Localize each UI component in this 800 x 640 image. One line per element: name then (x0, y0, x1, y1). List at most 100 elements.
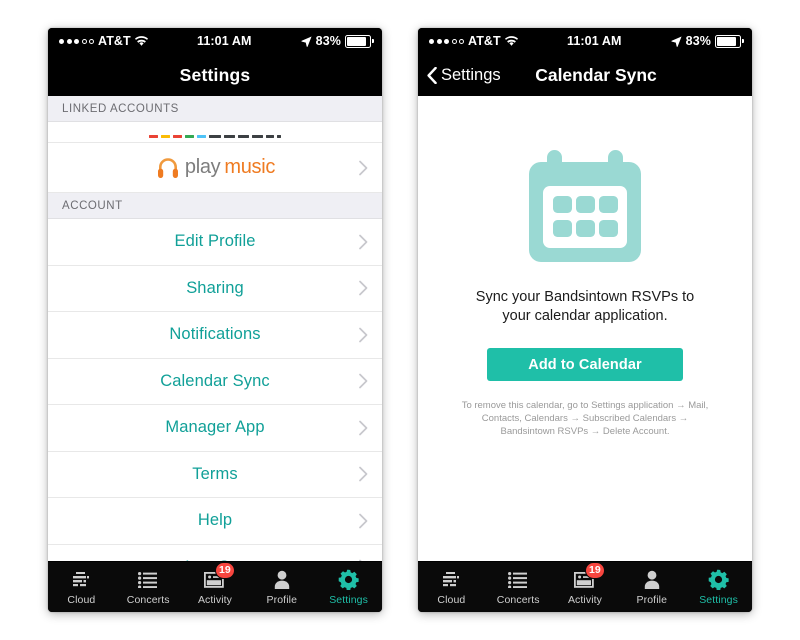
add-to-calendar-button[interactable]: Add to Calendar (487, 348, 683, 381)
section-header-account: ACCOUNT (48, 193, 382, 219)
list-item-play-music[interactable]: play music (48, 143, 382, 193)
chevron-right-icon (359, 160, 368, 175)
status-bar-left-group: AT&T (429, 34, 518, 48)
tab-label: Settings (329, 593, 368, 606)
page-title: Settings (179, 64, 251, 85)
activity-badge: 19 (214, 561, 235, 579)
person-icon (273, 569, 291, 591)
nav-bar-left: Settings (48, 54, 382, 96)
wifi-icon (134, 35, 148, 47)
tab-concerts[interactable]: Concerts (115, 562, 182, 612)
nav-bar-right: Settings Calendar Sync (418, 54, 752, 96)
wifi-icon (504, 35, 518, 47)
calendar-sync-caption: Sync your Bandsintown RSVPs to your cale… (475, 289, 695, 324)
tab-cloud[interactable]: Cloud (418, 562, 485, 612)
play-music-logo: play music (155, 155, 275, 181)
tab-label: Cloud (437, 593, 466, 606)
status-bar-time: 11:01 AM (566, 34, 622, 48)
signal-strength-icon (59, 38, 94, 44)
tab-activity[interactable]: 19 Activity (182, 561, 249, 612)
back-button[interactable]: Settings (427, 66, 501, 85)
carrier-label: AT&T (468, 34, 501, 48)
calendar-sync-footnote: To remove this calendar, go to Settings … (461, 400, 709, 437)
list-item-calendar-sync[interactable]: Calendar Sync (48, 358, 382, 405)
list-item-label: Sharing (186, 278, 244, 297)
chevron-right-icon (359, 420, 368, 436)
status-bar-right-group: 83% (671, 34, 744, 48)
tab-bar-right: Cloud Concerts 19 Activity Profile Setti… (418, 561, 752, 612)
list-item-edit-profile[interactable]: Edit Profile (48, 219, 382, 266)
tab-label: Activity (567, 593, 603, 606)
list-item-label: Manager App (165, 418, 265, 437)
activity-badge: 19 (584, 561, 605, 579)
tab-label: Profile (636, 593, 668, 606)
play-music-text-play: play (184, 156, 221, 178)
ticket-icon: 19 (573, 561, 605, 591)
status-bar-left-group: AT&T (59, 34, 148, 48)
clipped-google-logo-row (48, 122, 382, 143)
settings-list-screen: LINKED ACCOUNTS play music ACCOUNT Edit … (48, 96, 382, 561)
phone-right-calendar-sync: AT&T 11:01 AM 83% Settings Calendar Sync… (418, 28, 752, 612)
tab-bar-left: Cloud Concerts 19 Activity Profile Setti… (48, 561, 382, 612)
back-button-label: Settings (441, 65, 501, 84)
chevron-right-icon (359, 373, 368, 389)
tab-label: Settings (699, 593, 738, 606)
battery-percent-label: 83% (685, 34, 711, 48)
chevron-right-icon (359, 513, 368, 529)
screenshot-stage: AT&T 11:01 AM 83% Settings LINKED ACCOUN… (0, 0, 800, 640)
gear-icon (338, 569, 359, 591)
tab-profile[interactable]: Profile (618, 562, 685, 612)
cloud-waveform-icon (441, 569, 461, 591)
list-item-manager-app[interactable]: Manager App (48, 405, 382, 452)
battery-percent-label: 83% (315, 34, 341, 48)
tab-label: Concerts (126, 593, 170, 606)
list-item-label: Edit Profile (174, 232, 256, 251)
chevron-left-icon (427, 66, 437, 84)
phone-left-settings: AT&T 11:01 AM 83% Settings LINKED ACCOUN… (48, 28, 382, 612)
location-arrow-icon (671, 36, 682, 47)
tab-settings[interactable]: Settings (315, 562, 382, 612)
list-item-label: Notifications (169, 325, 261, 344)
chevron-right-icon (359, 234, 368, 250)
tab-activity[interactable]: 19 Activity (552, 561, 619, 612)
tab-label: Cloud (67, 593, 96, 606)
tab-cloud[interactable]: Cloud (48, 562, 115, 612)
list-item-sharing[interactable]: Sharing (48, 265, 382, 312)
headphones-icon (157, 157, 178, 178)
cloud-waveform-icon (71, 569, 91, 591)
google-logo-partial-icon (149, 131, 281, 138)
list-item-label: Log Out (185, 558, 244, 561)
chevron-right-icon (359, 327, 368, 343)
battery-icon (715, 34, 744, 48)
list-item-terms[interactable]: Terms (48, 451, 382, 498)
list-item-help[interactable]: Help (48, 498, 382, 545)
tab-concerts[interactable]: Concerts (485, 562, 552, 612)
tab-profile[interactable]: Profile (248, 562, 315, 612)
carrier-label: AT&T (98, 34, 131, 48)
list-item-label: Terms (192, 464, 238, 483)
tab-label: Profile (266, 593, 298, 606)
location-arrow-icon (301, 36, 312, 47)
chevron-right-icon (359, 559, 368, 561)
battery-icon (345, 34, 374, 48)
ticket-icon: 19 (203, 561, 235, 591)
play-music-text-music: music (224, 156, 276, 178)
calendar-sync-screen: Sync your Bandsintown RSVPs to your cale… (418, 96, 752, 561)
section-header-linked-accounts: LINKED ACCOUNTS (48, 96, 382, 122)
tab-settings[interactable]: Settings (685, 562, 752, 612)
person-icon (643, 569, 661, 591)
list-item-label: Help (197, 511, 233, 530)
chevron-right-icon (359, 280, 368, 296)
calendar-sync-content: Sync your Bandsintown RSVPs to your cale… (418, 96, 752, 561)
status-bar-time: 11:01 AM (196, 34, 252, 48)
list-item-log-out[interactable]: Log Out (48, 544, 382, 561)
status-bar-right: AT&T 11:01 AM 83% (418, 28, 752, 54)
calendar-icon (521, 142, 649, 270)
list-icon (508, 569, 528, 591)
list-icon (138, 569, 158, 591)
tab-label: Concerts (496, 593, 540, 606)
list-item-notifications[interactable]: Notifications (48, 312, 382, 359)
status-bar-right-group: 83% (301, 34, 374, 48)
status-bar-left: AT&T 11:01 AM 83% (48, 28, 382, 54)
gear-icon (708, 569, 729, 591)
